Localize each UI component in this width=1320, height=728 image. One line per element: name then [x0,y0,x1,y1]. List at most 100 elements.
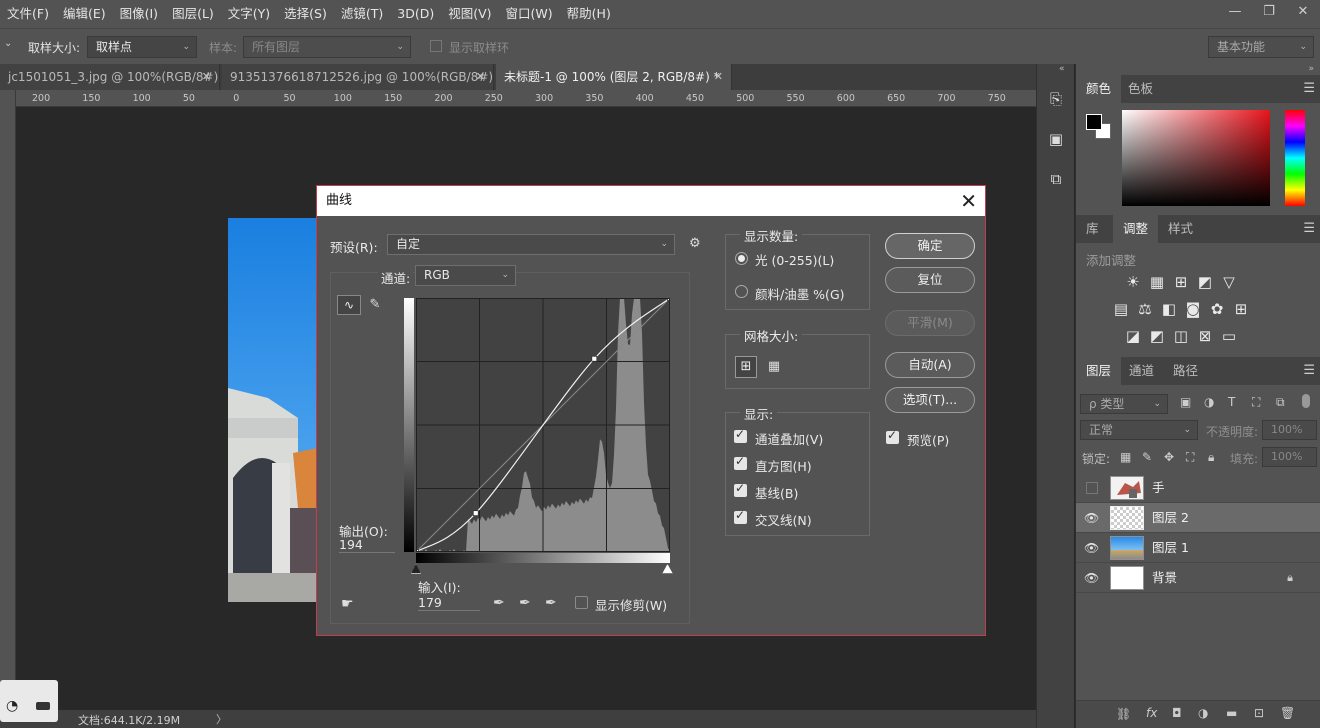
paragraph-icon[interactable]: ⧉ [1043,166,1069,192]
layer-row-layer2[interactable]: 👁︎ 图层 2 [1076,503,1320,533]
curve-control-point[interactable] [472,510,479,517]
levels-icon[interactable]: ▦ [1147,272,1167,292]
filter-pixel-icon[interactable]: ▣ [1180,395,1191,409]
threshold-icon[interactable]: ◫ [1171,326,1191,346]
mask-icon[interactable]: ◘ [1172,706,1182,720]
target-adjust-hand-icon[interactable]: ☛ [341,596,354,612]
fx-icon[interactable]: fx [1146,706,1157,720]
fill-field[interactable]: 100% [1262,447,1317,467]
panel-menu-icon[interactable]: ☰ [1303,81,1315,96]
restore-button[interactable]: ❐ [1252,0,1286,22]
input-field[interactable]: 179 [418,595,480,611]
properties-icon[interactable]: ▣ [1043,126,1069,152]
menu-item[interactable]: 窗口(W) [499,0,560,28]
blend-mode-select[interactable]: 正常 ⌄ [1080,420,1198,440]
minimize-button[interactable]: — [1218,0,1252,22]
close-button[interactable]: ✕ [1286,0,1320,22]
curve-graph[interactable] [416,298,670,552]
smooth-button[interactable]: 平滑(M) [885,310,975,336]
eye-icon[interactable]: 👁︎ [1084,571,1102,585]
filter-smart-icon[interactable]: ⧉ [1276,395,1285,410]
black-eyedropper-icon[interactable]: ✒ [493,595,505,611]
foreground-color-swatch[interactable] [1086,114,1102,130]
baseline-checkbox[interactable] [734,481,747,497]
layer-row-layer1[interactable]: 👁︎ 图层 1 [1076,533,1320,563]
menu-item[interactable]: 视图(V) [441,0,498,28]
tab-layers[interactable]: 图层 [1076,357,1122,385]
options-button[interactable]: 选项(T)... [885,387,975,413]
channel-overlay-checkbox[interactable] [734,427,747,443]
new-layer-icon[interactable]: ⊡ [1254,706,1264,720]
tab-doc-2[interactable]: 91351376618712526.jpg @ 100%(RGB/8#) ✕ [222,64,494,90]
link-layers-icon[interactable]: ⛓︎ [1116,707,1131,721]
lock-move-icon[interactable]: ✥ [1164,450,1174,464]
grid-detailed-icon[interactable]: ▦ [763,356,785,378]
color-balance-icon[interactable]: ⚖ [1135,299,1155,319]
tab-channels[interactable]: 通道 [1119,357,1164,385]
tab-doc-3[interactable]: 未标题-1 @ 100% (图层 2, RGB/8#) * ✕ [496,64,732,90]
show-ring-checkbox[interactable] [430,40,442,52]
posterize-icon[interactable]: ◩ [1147,326,1167,346]
hue-slider[interactable] [1285,110,1305,206]
curve-control-point[interactable] [591,355,598,362]
grid-simple-icon[interactable]: ⊞ [735,356,757,378]
channel-select[interactable]: RGB ⌄ [415,265,516,286]
tab-color[interactable]: 颜色 [1076,75,1122,103]
photo-filter-icon[interactable]: ◙ [1183,299,1203,319]
output-field[interactable]: 194 [339,537,395,553]
auto-button[interactable]: 自动(A) [885,352,975,378]
show-clipping-checkbox[interactable] [575,596,588,609]
ok-button[interactable]: 确定 [885,233,975,259]
light-radio[interactable] [735,252,748,265]
sample-size-select[interactable]: 取样点 ⌄ [87,36,197,58]
workspace-select[interactable]: 基本功能 ⌄ [1208,36,1314,58]
hue-saturation-icon[interactable]: ▤ [1111,299,1131,319]
sample-select[interactable]: 所有图层 ⌄ [243,36,411,58]
eye-icon[interactable]: 👁︎ [1084,541,1102,555]
preset-options-gear-icon[interactable]: ⚙ [689,236,701,251]
vibrance-icon[interactable]: ▽ [1219,272,1239,292]
gradient-map-icon[interactable]: ▭ [1219,326,1239,346]
invert-icon[interactable]: ◪ [1123,326,1143,346]
opacity-field[interactable]: 100% [1262,420,1317,440]
exposure-icon[interactable]: ◩ [1195,272,1215,292]
menu-item[interactable]: 选择(S) [277,0,334,28]
close-icon[interactable]: ✕ [714,64,723,90]
tab-paths[interactable]: 路径 [1163,357,1208,385]
color-field[interactable] [1122,110,1270,206]
gray-eyedropper-icon[interactable]: ✒ [519,595,531,611]
histogram-checkbox[interactable] [734,454,747,470]
selective-color-icon[interactable]: ⊠ [1195,326,1215,346]
lock-all-icon[interactable]: 🔒︎ [1208,450,1214,465]
panel-menu-icon[interactable]: ☰ [1303,363,1315,378]
close-icon[interactable]: ✕ [960,186,977,216]
visibility-toggle-off[interactable] [1086,482,1098,494]
layer-row-background[interactable]: 👁︎ 背景 🔒︎ [1076,563,1320,593]
lock-artboard-icon[interactable]: ⛶ [1186,450,1194,465]
group-icon[interactable]: ▬ [1226,706,1237,720]
white-eyedropper-icon[interactable]: ✒ [545,595,557,611]
curves-icon[interactable]: ⊞ [1171,272,1191,292]
menu-item[interactable]: 图层(L) [165,0,221,28]
expand-icon[interactable]: » [1308,64,1314,74]
tab-swatches[interactable]: 色板 [1118,75,1163,103]
pencil-icon[interactable]: ✎ [365,295,385,315]
close-icon[interactable]: ✕ [476,64,485,90]
menu-item[interactable]: 3D(D) [390,0,441,28]
status-menu-arrow[interactable]: 〉 [216,711,227,727]
menu-item[interactable]: 滤镜(T) [334,0,390,28]
tool-preset-chevron-icon[interactable]: ⌄ [4,38,12,49]
filter-shape-icon[interactable]: ⛶ [1252,395,1260,410]
black-white-icon[interactable]: ◧ [1159,299,1179,319]
lock-brush-icon[interactable]: ✎ [1142,450,1152,464]
tab-styles[interactable]: 样式 [1158,215,1203,243]
tab-library[interactable]: 库 [1076,215,1109,243]
eye-icon[interactable]: 👁︎ [1084,511,1102,525]
menu-item[interactable]: 帮助(H) [560,0,618,28]
menu-item[interactable]: 图像(I) [113,0,165,28]
trash-icon[interactable]: 🗑︎ [1280,706,1295,720]
filter-adjustment-icon[interactable]: ◑ [1204,395,1214,409]
adjustment-layer-icon[interactable]: ◑ [1198,706,1208,720]
panel-menu-icon[interactable]: ☰ [1303,221,1315,236]
intersection-checkbox[interactable] [734,508,747,524]
